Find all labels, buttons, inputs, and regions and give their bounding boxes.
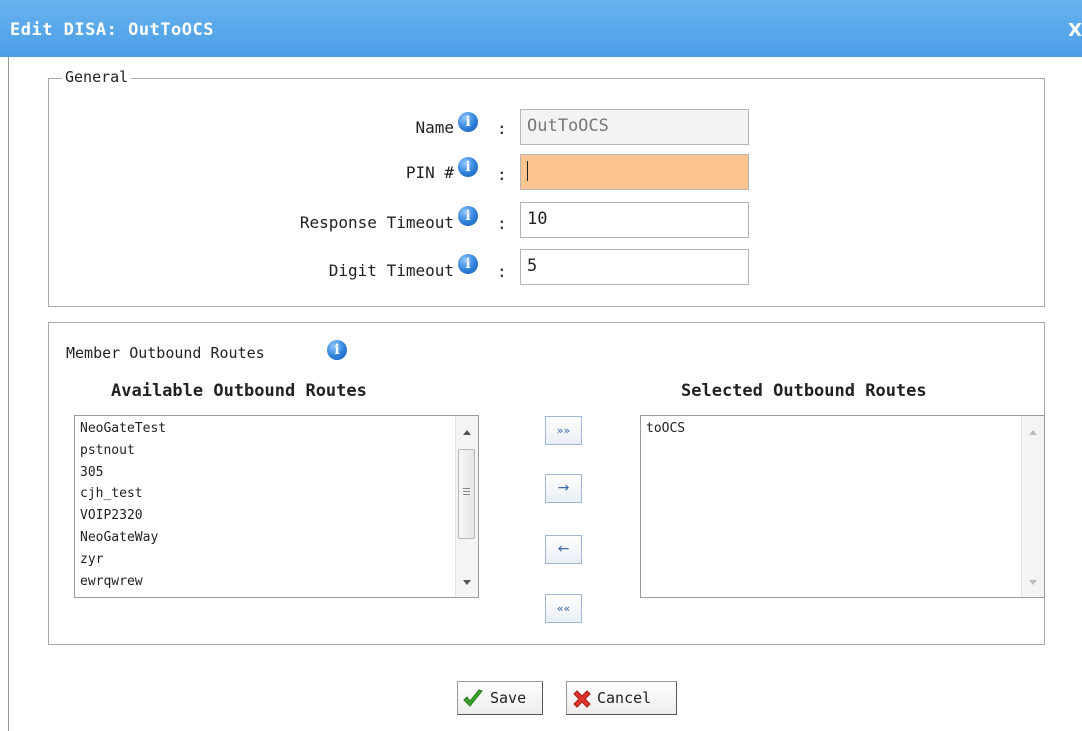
- selected-routes-title: Selected Outbound Routes: [681, 381, 927, 401]
- list-item[interactable]: VOIP2320: [80, 505, 166, 527]
- add-route-button[interactable]: →: [545, 474, 582, 503]
- available-routes-list[interactable]: NeoGateTest pstnout 305 cjh_test VOIP2320 Neo…: [74, 415, 479, 598]
- name-colon: :: [497, 119, 507, 138]
- member-outbound-routes-label: Member Outbound Routes: [66, 344, 265, 362]
- close-icon[interactable]: X: [1068, 20, 1082, 41]
- dialog-title-bar[interactable]: Edit DISA: OutToOCS X: [0, 0, 1082, 57]
- pin-colon: :: [497, 165, 507, 184]
- name-field[interactable]: OutToOCS: [520, 109, 749, 145]
- cancel-button[interactable]: Cancel: [566, 681, 677, 715]
- text-cursor: [527, 161, 528, 181]
- list-item[interactable]: NeoGateTest: [80, 418, 166, 440]
- scroll-thumb[interactable]: [458, 449, 475, 539]
- save-button[interactable]: Save: [457, 681, 543, 715]
- digit-timeout-colon: :: [497, 262, 507, 281]
- checkmark-icon: [463, 689, 483, 707]
- scroll-down-arrow-icon[interactable]: [463, 580, 471, 585]
- list-item[interactable]: cjh_test: [80, 483, 166, 505]
- digit-timeout-label: Digit Timeout: [328, 261, 454, 280]
- add-all-routes-button[interactable]: »»: [545, 416, 582, 445]
- pin-info-icon[interactable]: i: [458, 157, 478, 177]
- digit-timeout-field[interactable]: 5: [520, 249, 749, 285]
- scroll-down-arrow-icon: [1029, 580, 1037, 585]
- list-item[interactable]: ewrqwrew: [80, 571, 166, 593]
- remove-route-button[interactable]: ←: [545, 535, 582, 564]
- pin-field[interactable]: [520, 154, 749, 190]
- scroll-up-arrow-icon: [1029, 430, 1037, 435]
- scroll-up-arrow-icon[interactable]: [463, 430, 471, 435]
- selected-routes-list[interactable]: toOCS: [640, 415, 1045, 598]
- list-item[interactable]: 305: [80, 462, 166, 484]
- response-timeout-info-icon[interactable]: i: [458, 206, 478, 226]
- red-x-icon: [573, 690, 591, 708]
- pin-label: PIN #: [405, 163, 454, 182]
- name-info-icon[interactable]: i: [458, 112, 478, 132]
- available-routes-title: Available Outbound Routes: [111, 381, 367, 401]
- list-item[interactable]: NeoGateWay: [80, 527, 166, 549]
- save-label: Save: [490, 689, 527, 707]
- remove-all-routes-button[interactable]: ««: [545, 594, 582, 623]
- list-item[interactable]: pstnout: [80, 440, 166, 462]
- name-label: Name: [415, 118, 454, 137]
- available-scrollbar[interactable]: [455, 416, 478, 597]
- selected-scrollbar: [1021, 416, 1044, 597]
- digit-timeout-info-icon[interactable]: i: [458, 254, 478, 274]
- general-legend: General: [62, 68, 132, 86]
- routes-info-icon[interactable]: i: [327, 340, 347, 360]
- list-item[interactable]: zyr: [80, 549, 166, 571]
- response-timeout-colon: :: [497, 214, 507, 233]
- cancel-label: Cancel: [597, 689, 652, 707]
- response-timeout-field[interactable]: 10: [520, 202, 749, 238]
- response-timeout-label: Response Timeout: [299, 213, 454, 232]
- list-item[interactable]: toOCS: [646, 418, 685, 440]
- dialog-title: Edit DISA: OutToOCS: [10, 20, 214, 40]
